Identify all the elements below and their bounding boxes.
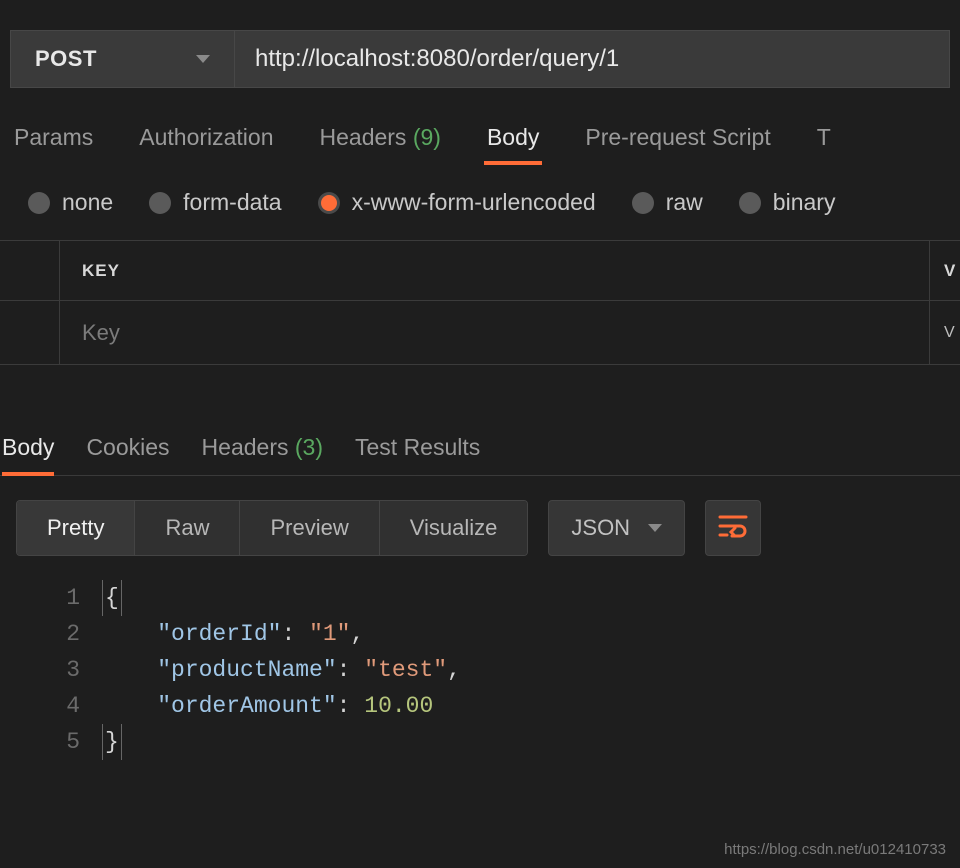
resp-tab-test-results[interactable]: Test Results	[355, 426, 480, 475]
response-format-select[interactable]: JSON	[548, 500, 685, 556]
code-content: { "orderId": "1", "productName": "test",…	[102, 580, 960, 760]
resp-tab-headers-label: Headers	[202, 434, 289, 460]
body-type-label: x-www-form-urlencoded	[352, 189, 596, 216]
view-preview-button[interactable]: Preview	[240, 501, 379, 555]
http-method-select[interactable]: POST	[10, 30, 235, 88]
tab-authorization[interactable]: Authorization	[139, 124, 273, 163]
view-pretty-button[interactable]: Pretty	[17, 501, 135, 555]
line-number: 2	[0, 616, 80, 652]
json-number: 10.00	[364, 693, 433, 719]
json-key: "productName"	[157, 657, 336, 683]
request-row: POST	[0, 0, 960, 88]
json-string: "1"	[309, 621, 350, 647]
radio-icon	[739, 192, 761, 214]
comma: ,	[350, 621, 364, 647]
body-type-label: form-data	[183, 189, 281, 216]
response-body-editor[interactable]: 1 2 3 4 5 { "orderId": "1", "productName…	[0, 568, 960, 760]
tab-headers-count: (9)	[413, 124, 441, 150]
colon: :	[337, 657, 365, 683]
body-type-binary[interactable]: binary	[739, 189, 836, 216]
radio-icon	[28, 192, 50, 214]
line-gutter: 1 2 3 4 5	[0, 580, 102, 760]
body-type-label: raw	[666, 189, 703, 216]
resp-tab-cookies[interactable]: Cookies	[86, 426, 169, 475]
table-row: V	[0, 301, 960, 365]
body-type-label: none	[62, 189, 113, 216]
chevron-down-icon	[648, 524, 662, 532]
body-type-form-data[interactable]: form-data	[149, 189, 281, 216]
tab-headers-label: Headers	[320, 124, 407, 150]
tab-prerequest[interactable]: Pre-request Script	[585, 124, 770, 163]
row-handle-spacer	[0, 241, 60, 300]
view-mode-group: Pretty Raw Preview Visualize	[16, 500, 528, 556]
json-key: "orderId"	[157, 621, 281, 647]
close-brace: }	[102, 724, 122, 760]
resp-headers-count: (3)	[295, 434, 323, 460]
divider-gap	[0, 365, 960, 420]
json-string: "test"	[364, 657, 447, 683]
radio-icon	[632, 192, 654, 214]
column-header-key: KEY	[60, 241, 930, 300]
json-key: "orderAmount"	[157, 693, 336, 719]
response-toolbar: Pretty Raw Preview Visualize JSON	[0, 476, 960, 568]
word-wrap-icon	[718, 514, 748, 543]
radio-icon	[149, 192, 171, 214]
request-tabs: Params Authorization Headers (9) Body Pr…	[0, 88, 960, 163]
param-value-cell-truncated[interactable]: V	[930, 301, 960, 364]
view-raw-button[interactable]: Raw	[135, 501, 240, 555]
comma: ,	[447, 657, 461, 683]
tab-headers[interactable]: Headers (9)	[320, 124, 441, 163]
resp-tab-body[interactable]: Body	[2, 426, 54, 475]
column-header-value-truncated: V	[930, 241, 960, 300]
colon: :	[281, 621, 309, 647]
resp-tab-headers[interactable]: Headers (3)	[202, 426, 323, 475]
response-tabs: Body Cookies Headers (3) Test Results	[0, 420, 960, 476]
form-params-table: KEY V V	[0, 240, 960, 365]
body-type-none[interactable]: none	[28, 189, 113, 216]
tab-tests-truncated[interactable]: T	[817, 124, 831, 163]
open-brace: {	[102, 580, 122, 616]
body-type-raw[interactable]: raw	[632, 189, 703, 216]
body-type-urlencoded[interactable]: x-www-form-urlencoded	[318, 189, 596, 216]
colon: :	[337, 693, 365, 719]
line-number: 5	[0, 724, 80, 760]
row-handle-spacer	[0, 301, 60, 364]
format-label: JSON	[571, 515, 630, 541]
tab-body[interactable]: Body	[487, 124, 539, 163]
request-url-input[interactable]	[235, 30, 950, 88]
line-number: 3	[0, 652, 80, 688]
word-wrap-button[interactable]	[705, 500, 761, 556]
http-method-label: POST	[35, 46, 97, 72]
line-number: 4	[0, 688, 80, 724]
param-key-input[interactable]	[82, 320, 907, 346]
source-watermark: https://blog.csdn.net/u012410733	[724, 841, 946, 858]
tab-params[interactable]: Params	[14, 124, 93, 163]
chevron-down-icon	[196, 55, 210, 63]
body-type-label: binary	[773, 189, 836, 216]
body-type-radios: none form-data x-www-form-urlencoded raw…	[0, 163, 960, 240]
line-number: 1	[0, 580, 80, 616]
table-header-row: KEY V	[0, 241, 960, 301]
view-visualize-button[interactable]: Visualize	[380, 501, 528, 555]
radio-icon-selected	[318, 192, 340, 214]
